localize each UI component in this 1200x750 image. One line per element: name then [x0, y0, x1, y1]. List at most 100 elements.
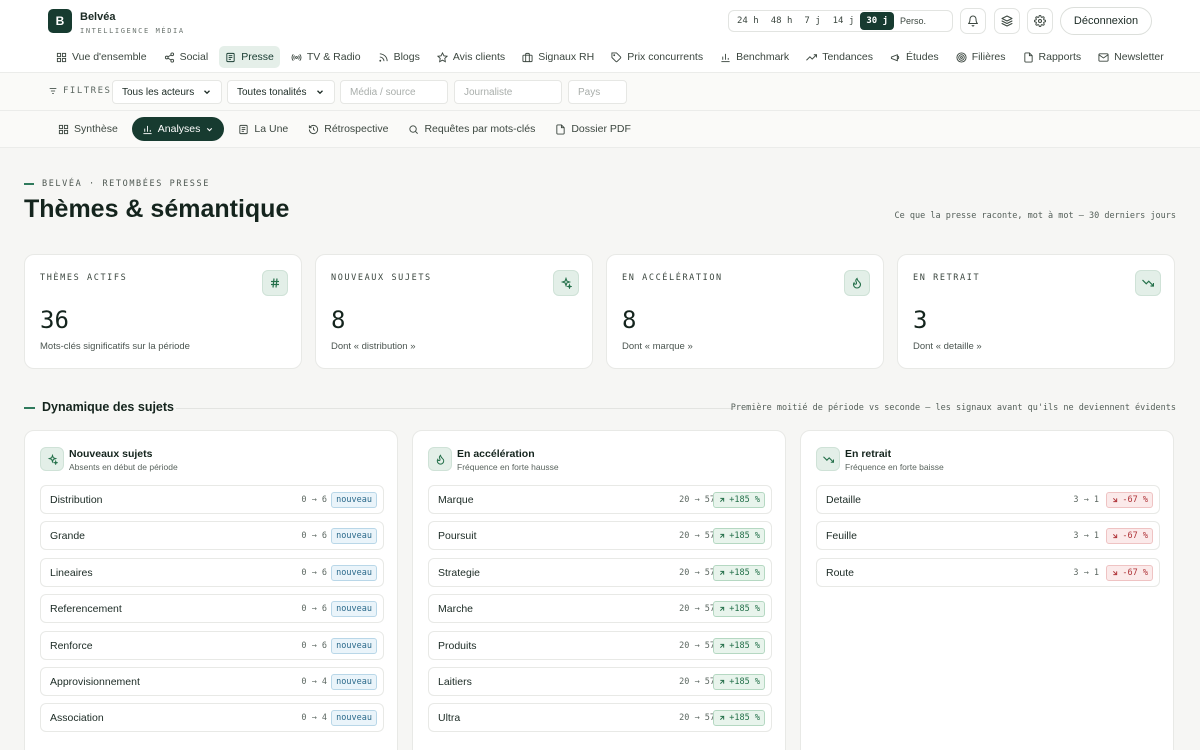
topic-row[interactable]: Association 0 → 4 nouveau — [40, 703, 384, 733]
frequency-change: 3 → 1 — [1073, 531, 1099, 542]
brand-tagline: INTELLIGENCE MÉDIA — [80, 27, 185, 35]
frequency-change: 20 → 57 — [679, 604, 715, 615]
topic-row[interactable]: Referencement 0 → 6 nouveau — [40, 594, 384, 624]
nav-item-label: Prix concurrents — [627, 51, 704, 63]
nav-item-blogs[interactable]: Blogs — [372, 46, 426, 68]
topic-row[interactable]: Distribution 0 → 6 nouveau — [40, 485, 384, 514]
topic-label: Ultra — [438, 712, 461, 725]
frequency-change: 0 → 4 — [301, 713, 327, 724]
nav-item-tv-radio[interactable]: TV & Radio — [285, 46, 367, 68]
tab-analyses[interactable]: Analyses — [131, 117, 225, 141]
flame-icon — [436, 453, 444, 465]
topic-row[interactable]: Poursuit 20 → 57 +185 % — [428, 521, 772, 551]
range-30j[interactable]: 30 j — [860, 12, 895, 30]
topic-row[interactable]: Laitiers 20 → 57 +185 % — [428, 666, 772, 696]
grid-icon — [58, 124, 69, 134]
nav-item-label: TV & Radio — [306, 51, 361, 63]
mail-icon — [1098, 52, 1109, 62]
new-badge: nouveau — [331, 637, 377, 654]
topic-list: Marque 20 → 57 +185 % Poursuit 20 → 57 +185 %… — [428, 485, 772, 740]
brand-logo[interactable]: B — [48, 9, 72, 33]
change-badge: -67 % — [1106, 564, 1153, 581]
topic-row[interactable]: Approvisionnement 0 → 4 nouveau — [40, 666, 384, 696]
topic-row[interactable]: Marche 20 → 57 +185 % — [428, 594, 772, 624]
sliders-icon — [49, 88, 57, 94]
nav-item-social[interactable]: Social — [158, 46, 215, 68]
range-14j[interactable]: 14 j — [827, 12, 861, 30]
nav-item-label: Rapports — [1038, 51, 1082, 63]
topic-row[interactable]: Feuille 3 → 1 -67 % — [816, 521, 1160, 551]
topic-row[interactable]: Produits 20 → 57 +185 % — [428, 630, 772, 660]
layers-icon — [1001, 15, 1013, 27]
kpi-label: NOUVEAUX SUJETS — [331, 273, 432, 283]
topic-label: Poursuit — [438, 530, 477, 543]
arrow-down-right-icon — [1113, 570, 1118, 575]
topic-row[interactable]: Marque 20 → 57 +185 % — [428, 485, 772, 514]
nav-item-trends[interactable]: Tendances — [800, 46, 879, 68]
tone-select[interactable]: Toutes tonalités — [227, 80, 335, 104]
nav-item-overview[interactable]: Vue d'ensemble — [50, 46, 153, 68]
range-custom[interactable]: Perso. — [894, 12, 932, 30]
range-7j[interactable]: 7 j — [798, 12, 826, 30]
page-title: Thèmes & sémantique — [24, 195, 290, 223]
nav-item-sectors[interactable]: Filières — [950, 46, 1012, 68]
nav-item-competitor-prices[interactable]: Prix concurrents — [605, 46, 709, 68]
tab-retrospective[interactable]: Rétrospective — [302, 117, 394, 141]
topic-row[interactable]: Route 3 → 1 -67 % — [816, 557, 1160, 587]
nav-item-studies[interactable]: Études — [884, 46, 945, 68]
nav-item-hr-signals[interactable]: Signaux RH — [516, 46, 600, 68]
journalist-input[interactable] — [454, 80, 562, 104]
kpi-value: 8 — [622, 306, 637, 334]
nav-item-label: Avis clients — [452, 51, 506, 63]
nav-item-reports[interactable]: Rapports — [1017, 46, 1088, 68]
actors-select[interactable]: Tous les acteurs — [112, 80, 222, 104]
arrow-up-right-icon — [720, 570, 725, 575]
tab-synthese[interactable]: Synthèse — [52, 117, 124, 141]
arrow-up-right-icon — [720, 716, 725, 721]
frequency-change: 3 → 1 — [1073, 495, 1099, 505]
change-badge: -67 % — [1106, 528, 1153, 545]
range-24h[interactable]: 24 h — [731, 12, 765, 30]
nav-item-presse[interactable]: Presse — [219, 46, 280, 68]
nav-item-label: Benchmark — [736, 51, 790, 63]
topic-row[interactable]: Lineaires 0 → 6 nouveau — [40, 557, 384, 587]
nav-item-benchmark[interactable]: Benchmark — [714, 46, 795, 68]
trending-down-icon — [1142, 279, 1154, 287]
layers-button[interactable] — [994, 8, 1020, 34]
range-48h[interactable]: 48 h — [765, 12, 799, 30]
topic-row[interactable]: Detaille 3 → 1 -67 % — [816, 485, 1160, 514]
notifications-button[interactable] — [960, 8, 986, 34]
kpi-value: 8 — [331, 306, 346, 334]
nav-item-reviews[interactable]: Avis clients — [431, 46, 511, 68]
panel-title: Nouveaux sujets — [69, 448, 153, 460]
kpi-label: EN ACCÉLÉRATION — [622, 273, 723, 283]
country-input[interactable] — [568, 80, 627, 104]
change-badge: +185 % — [713, 528, 765, 545]
media-source-input[interactable] — [340, 80, 448, 104]
tag-icon — [611, 51, 622, 62]
topic-row[interactable]: Strategie 20 → 57 +185 % — [428, 557, 772, 587]
new-badge: nouveau — [331, 492, 377, 508]
tab-la-une[interactable]: La Une — [232, 117, 294, 141]
change-badge: +185 % — [713, 673, 765, 690]
newspaper-icon — [226, 52, 235, 62]
topic-label: Association — [50, 712, 104, 725]
time-range-selector: 24 h 48 h 7 j 14 j 30 j Perso. — [728, 10, 953, 32]
topic-row[interactable]: Ultra 20 → 57 +185 % — [428, 703, 772, 733]
share-icon — [164, 51, 174, 63]
panel-new-topics: Nouveaux sujets Absents en début de péri… — [24, 430, 398, 750]
topic-label: Strategie — [438, 566, 481, 579]
topic-label: Referencement — [50, 603, 122, 616]
nav-item-newsletter[interactable]: Newsletter — [1092, 46, 1170, 68]
broadcast-icon — [291, 53, 302, 61]
panel-subtitle: Fréquence en forte hausse — [457, 462, 559, 472]
topic-row[interactable]: Grande 0 → 6 nouveau — [40, 521, 384, 551]
bar-chart-icon — [143, 125, 152, 134]
tab-pdf-dossier[interactable]: Dossier PDF — [549, 117, 637, 141]
logout-button[interactable]: Déconnexion — [1060, 7, 1152, 35]
new-badge: nouveau — [331, 710, 377, 727]
change-badge: +185 % — [713, 564, 765, 581]
topic-row[interactable]: Renforce 0 → 6 nouveau — [40, 630, 384, 660]
settings-button[interactable] — [1027, 8, 1053, 34]
tab-keyword-queries[interactable]: Requêtes par mots-clés — [402, 117, 541, 141]
